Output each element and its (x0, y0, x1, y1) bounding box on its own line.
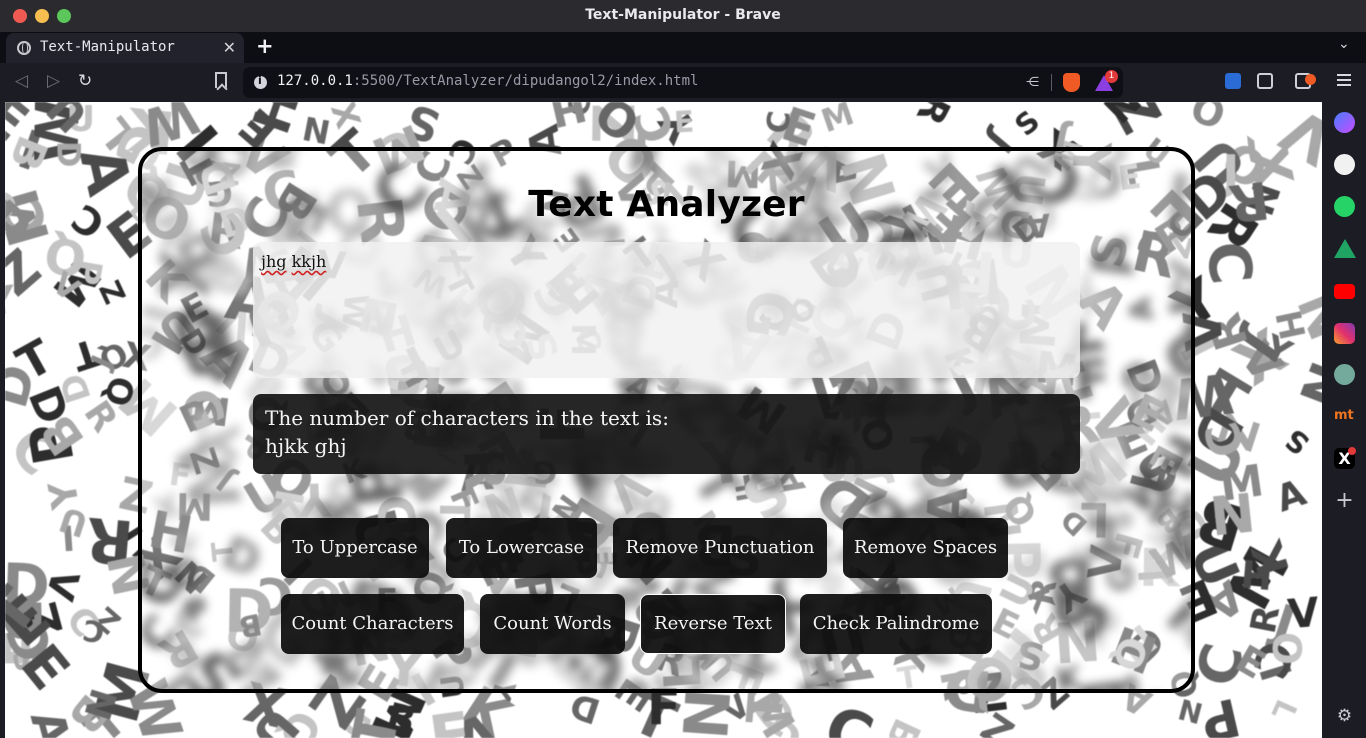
new-tab-button[interactable]: + (256, 35, 274, 57)
hamburger-menu-icon[interactable] (1337, 74, 1351, 89)
extensions-icon[interactable] (1257, 73, 1273, 89)
globe-icon (17, 41, 31, 55)
reverse-text-button[interactable]: Reverse Text (640, 594, 786, 654)
count-characters-button[interactable]: Count Characters (281, 594, 464, 654)
to-lowercase-button[interactable]: To Lowercase (446, 518, 597, 578)
x-notification-dot (1348, 447, 1356, 455)
check-palindrome-button[interactable]: Check Palindrome (800, 594, 992, 654)
remove-punctuation-button[interactable]: Remove Punctuation (613, 518, 827, 578)
text-input[interactable]: jhg kkjh (253, 242, 1080, 378)
bookmark-icon[interactable] (215, 72, 227, 88)
result-label: The number of characters in the text is: (265, 406, 669, 430)
brave-shields-icon[interactable] (1063, 73, 1080, 92)
input-word: kkjh (291, 252, 327, 271)
result-box: The number of characters in the text is:… (253, 394, 1080, 474)
whatsapp-icon[interactable] (1334, 196, 1355, 217)
mt-icon[interactable]: mt (1334, 408, 1354, 429)
remove-spaces-button[interactable]: Remove Spaces (843, 518, 1008, 578)
result-value: hjkk ghj (265, 434, 347, 458)
url-divider (1051, 74, 1052, 91)
analyzer-card: OIKEXZSLMEWWOFFVMLBRPETRFTQESOBOJVICOZTE… (138, 147, 1195, 693)
browser-toolbar: ◁ ▷ ↻ 127.0.0.1:5500/TextAnalyzer/dipuda… (0, 63, 1366, 102)
settings-icon[interactable]: ⚙ (1334, 706, 1355, 727)
site-info-icon[interactable] (254, 74, 267, 89)
youtube-icon[interactable] (1334, 284, 1355, 299)
forward-icon[interactable]: ▷ (47, 71, 60, 91)
instagram-icon[interactable] (1334, 323, 1355, 344)
reload-icon[interactable]: ↻ (78, 71, 92, 91)
messenger-icon[interactable] (1334, 112, 1355, 133)
address-bar[interactable]: 127.0.0.1:5500/TextAnalyzer/dipudangol2/… (243, 67, 1123, 98)
page-title: Text Analyzer (528, 184, 805, 225)
bitwarden-extension-icon[interactable] (1225, 73, 1241, 89)
input-word: jhg (261, 252, 287, 271)
browser-sidebar: mt X + ⚙ (1322, 102, 1366, 738)
tab-strip: Text-Manipulator ✕ (0, 32, 1366, 63)
wallet-notification-dot (1305, 74, 1316, 85)
url-text[interactable]: 127.0.0.1:5500/TextAnalyzer/dipudangol2/… (277, 73, 698, 89)
window-titlebar: Text-Manipulator - Brave (0, 0, 1366, 32)
github-icon[interactable] (1334, 154, 1355, 175)
to-uppercase-button[interactable]: To Uppercase (281, 518, 429, 578)
chatgpt-icon[interactable] (1334, 364, 1355, 385)
tab-title: Text-Manipulator (40, 39, 175, 55)
add-icon[interactable]: + (1334, 490, 1355, 512)
back-icon[interactable]: ◁ (15, 71, 28, 91)
tab-close-icon[interactable]: ✕ (223, 38, 236, 57)
chevron-down-icon[interactable]: ⌄ (1338, 36, 1352, 52)
google-drive-icon[interactable] (1334, 239, 1356, 258)
count-words-button[interactable]: Count Words (480, 594, 625, 654)
page-viewport: MCRODROCPLYLHTFALXRCMFQASCLDLULTBRYGVCIX… (0, 102, 1322, 738)
rewards-badge: 1 (1105, 70, 1118, 83)
tab-text-manipulator[interactable]: Text-Manipulator ✕ (6, 33, 244, 63)
window-title: Text-Manipulator - Brave (585, 7, 781, 23)
share-icon[interactable]: ⋲ (1026, 75, 1039, 90)
